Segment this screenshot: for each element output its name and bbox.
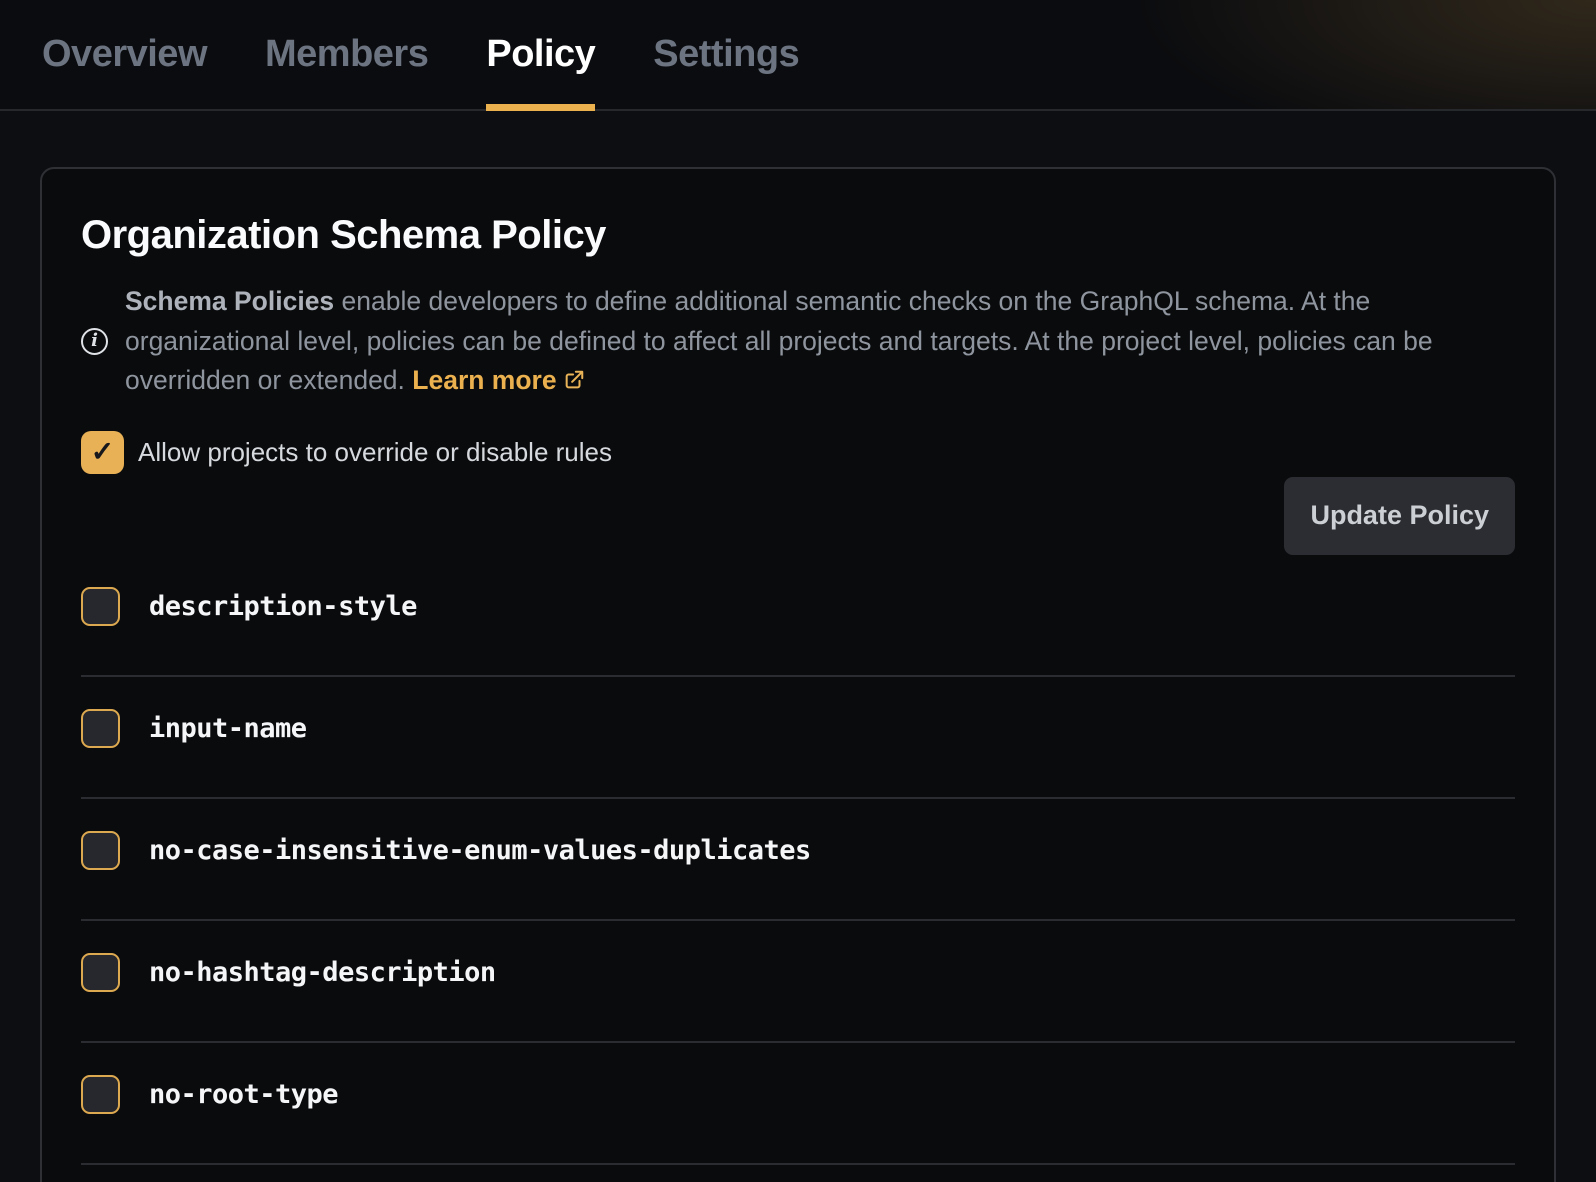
- tab-label: Settings: [653, 33, 799, 76]
- rule-checkbox[interactable]: ✓: [81, 1075, 120, 1114]
- rule-name: no-hashtag-description: [149, 957, 496, 988]
- tab[interactable]: Settings: [653, 0, 799, 109]
- learn-more-label: Learn more: [412, 365, 556, 395]
- rule-name: input-name: [149, 713, 307, 744]
- page-title: Organization Schema Policy: [81, 213, 1515, 258]
- allow-override-row: ✓ Allow projects to override or disable …: [81, 431, 1515, 474]
- tab-label: Policy: [486, 33, 595, 76]
- update-policy-button[interactable]: Update Policy: [1284, 477, 1515, 555]
- policy-description: i Schema Policies enable developers to d…: [81, 282, 1515, 401]
- tab-label: Overview: [42, 33, 207, 76]
- learn-more-link[interactable]: Learn more: [412, 365, 584, 395]
- info-icon: i: [81, 328, 108, 355]
- policy-page: Organization Schema Policy i Schema Poli…: [0, 111, 1596, 1182]
- allow-override-checkbox[interactable]: ✓: [81, 431, 124, 474]
- allow-override-label[interactable]: Allow projects to override or disable ru…: [138, 437, 612, 468]
- rule-row: ✓ no-case-insensitive-enum-values-duplic…: [81, 799, 1515, 921]
- tab-label: Members: [265, 33, 428, 76]
- tab[interactable]: Members: [265, 0, 428, 109]
- schema-policy-card: Organization Schema Policy i Schema Poli…: [40, 167, 1556, 1182]
- rule-name: no-case-insensitive-enum-values-duplicat…: [149, 835, 811, 866]
- tab[interactable]: Policy: [486, 0, 595, 109]
- rule-row: ✓ input-name: [81, 677, 1515, 799]
- org-tab-bar: Overview Members Policy Settings: [0, 0, 1596, 111]
- rule-row: ✓ no-hashtag-description: [81, 921, 1515, 1043]
- rule-row: ✓ description-style: [81, 555, 1515, 677]
- rules-list: ✓ description-style ✓ input-name ✓ no-ca…: [81, 555, 1515, 1165]
- rule-name: description-style: [149, 591, 417, 622]
- check-icon: ✓: [91, 438, 114, 466]
- rule-name: no-root-type: [149, 1079, 338, 1110]
- rule-checkbox[interactable]: ✓: [81, 587, 120, 626]
- external-link-icon: [563, 369, 585, 391]
- description-lead: Schema Policies: [125, 286, 334, 316]
- tab[interactable]: Overview: [42, 0, 207, 109]
- policy-description-text: Schema Policies enable developers to def…: [125, 282, 1515, 401]
- rule-row: ✓ no-root-type: [81, 1043, 1515, 1165]
- actions-row: Update Policy: [81, 477, 1515, 555]
- rule-checkbox[interactable]: ✓: [81, 831, 120, 870]
- rule-checkbox[interactable]: ✓: [81, 953, 120, 992]
- rule-checkbox[interactable]: ✓: [81, 709, 120, 748]
